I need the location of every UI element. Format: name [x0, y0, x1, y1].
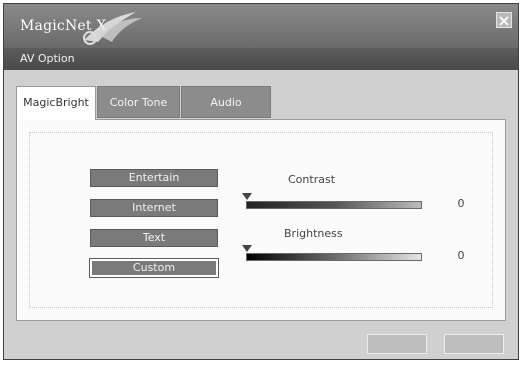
contrast-slider[interactable] [242, 193, 422, 209]
close-button[interactable] [496, 12, 512, 28]
brightness-slider-handle[interactable] [242, 245, 252, 252]
title-bar: MagicNet X [4, 4, 518, 48]
brightness-slider[interactable] [242, 245, 422, 261]
tab-magicbright[interactable]: MagicBright [16, 86, 96, 120]
close-icon [499, 16, 509, 26]
mode-custom-button[interactable]: Custom [89, 258, 219, 278]
av-option-window: MagicNet X AV Option MagicBright Color T… [3, 3, 519, 360]
magicnet-swoosh-icon [83, 12, 142, 45]
contrast-slider-handle[interactable] [242, 193, 252, 200]
footer-button-2[interactable] [444, 334, 504, 354]
contrast-label: Contrast [288, 173, 336, 186]
mode-entertain-button[interactable]: Entertain [90, 169, 218, 187]
window-title: AV Option [4, 48, 518, 70]
brightness-value: 0 [457, 249, 465, 262]
brightness-label: Brightness [284, 227, 343, 240]
magicbright-panel: Entertain Internet Text Custom Contrast … [16, 119, 506, 321]
mode-text-button[interactable]: Text [90, 229, 218, 247]
magicbright-group: Entertain Internet Text Custom Contrast … [29, 132, 493, 308]
tab-color-tone[interactable]: Color Tone [97, 86, 180, 118]
tab-audio[interactable]: Audio [181, 86, 271, 118]
contrast-value: 0 [457, 197, 465, 210]
mode-internet-button[interactable]: Internet [90, 199, 218, 217]
footer-button-1[interactable] [367, 334, 427, 354]
